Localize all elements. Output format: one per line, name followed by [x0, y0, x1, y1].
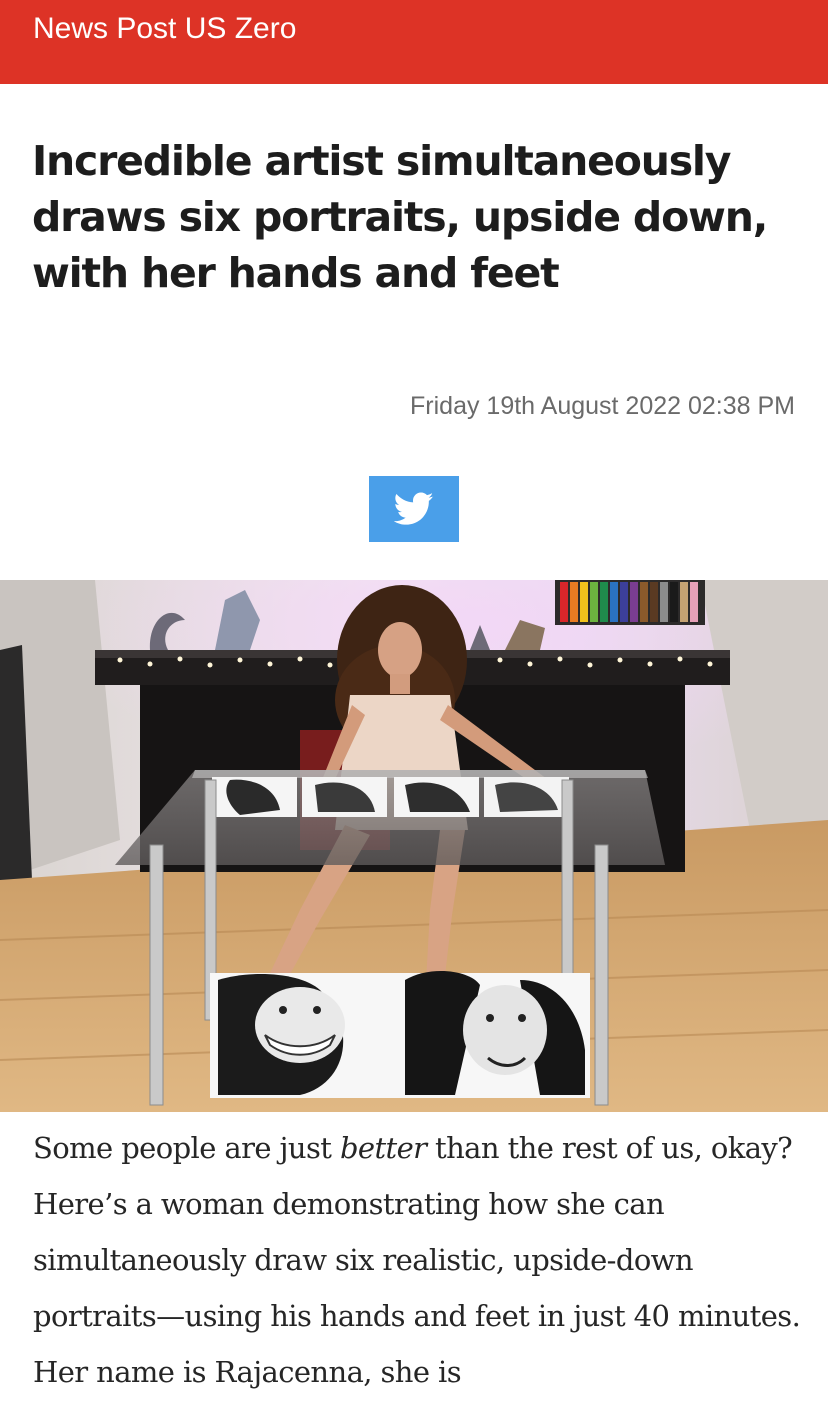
article-body: Some people are just better than the res… [33, 1120, 803, 1400]
body-rest: than the rest of us, okay? Here’s a woma… [33, 1131, 801, 1389]
article-date: Friday 19th August 2022 02:38 PM [410, 392, 795, 420]
twitter-icon [394, 492, 434, 525]
article-page: News Post US Zero Incredible artist simu… [0, 0, 828, 1402]
body-lead: Some people are just [33, 1131, 340, 1165]
twitter-share-button[interactable] [369, 476, 459, 542]
site-logo-link[interactable]: News Post US Zero [33, 12, 296, 46]
article-photo [0, 580, 828, 1112]
site-header: News Post US Zero [0, 0, 828, 84]
article-title: Incredible artist simultaneously draws s… [32, 137, 768, 297]
body-emphasis: better [339, 1131, 427, 1165]
